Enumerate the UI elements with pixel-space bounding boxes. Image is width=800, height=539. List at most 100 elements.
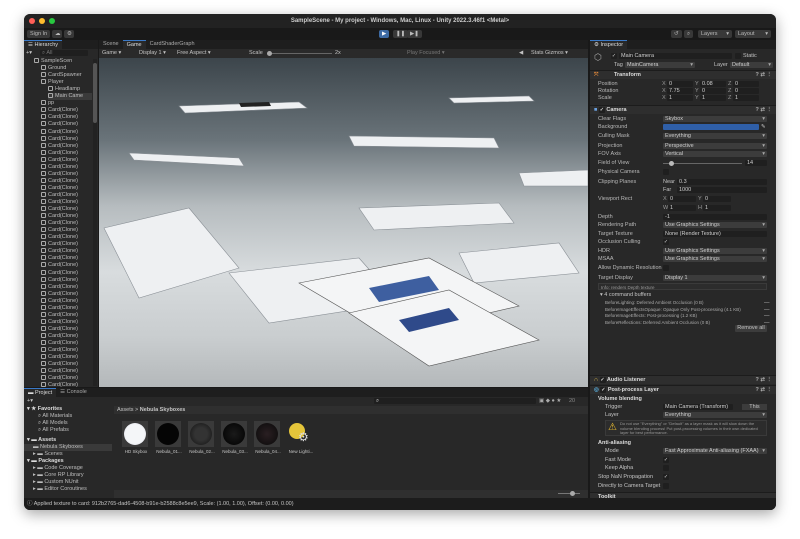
far-field[interactable]: 1000 (677, 187, 767, 193)
scale-slider[interactable] (267, 51, 332, 56)
project-tree-item[interactable]: ⌕ All Materials (24, 413, 112, 420)
hierarchy-item[interactable]: Card(Clone) (41, 311, 92, 319)
hierarchy-item[interactable]: Card(Clone) (41, 354, 92, 361)
asset-item[interactable]: HD Skybox (120, 421, 152, 455)
active-checkbox[interactable]: ✓ (611, 53, 617, 59)
game-mode-dropdown[interactable]: Game ▾ (102, 49, 121, 58)
viewport-y-field[interactable]: 0 (703, 196, 731, 202)
hierarchy-item[interactable]: SampleScen (34, 58, 92, 65)
hierarchy-item[interactable]: Ground (41, 65, 92, 72)
transform-header[interactable]: ⤧ Transform ? ⇄ ⋮ (590, 70, 776, 79)
hierarchy-item[interactable]: Card(Clone) (41, 318, 92, 326)
hierarchy-item[interactable]: Card(Clone) (41, 255, 92, 262)
hierarchy-item[interactable]: Card(Clone) (41, 213, 92, 220)
hierarchy-item[interactable]: Card(Clone) (41, 107, 92, 114)
rotation-y-field[interactable]: 0 (700, 88, 726, 94)
field-value[interactable]: Use Graphics Settings (663, 256, 767, 262)
scale-z-field[interactable]: 1 (733, 95, 759, 101)
command-buffers-foldout[interactable]: ▾ 4 command buffers (600, 292, 651, 298)
hierarchy-item[interactable]: Card(Clone) (41, 234, 92, 241)
this-button[interactable]: This (742, 404, 767, 410)
display-dropdown[interactable]: Display 1 ▾ (139, 49, 166, 58)
fov-slider[interactable] (663, 163, 742, 164)
maximize-button[interactable] (49, 18, 55, 24)
post-enabled-checkbox[interactable]: ✓ (600, 386, 607, 393)
fast-mode-checkbox[interactable]: ✓ (663, 457, 669, 463)
hierarchy-item[interactable]: Card(Clone) (41, 262, 92, 269)
game-viewport[interactable] (99, 58, 588, 387)
stop-nan-checkbox[interactable]: ✓ (663, 474, 669, 480)
hierarchy-item[interactable]: Main Came (48, 93, 92, 101)
camera-header[interactable]: ■ ✓ Camera ? ⇄ ⋮ (590, 105, 776, 114)
viewport-w-field[interactable]: 1 (668, 205, 696, 211)
background-color-swatch[interactable] (663, 124, 759, 130)
hierarchy-item[interactable]: Card(Clone) (41, 304, 92, 312)
viewport-h-field[interactable]: 1 (703, 205, 731, 211)
field-checkbox[interactable] (663, 265, 669, 271)
hierarchy-item[interactable]: Card(Clone) (41, 149, 92, 157)
field-value[interactable]: Everything (663, 133, 767, 139)
scale-x-field[interactable]: 1 (667, 95, 693, 101)
asset-item[interactable]: Nebula_01... (153, 421, 185, 455)
viewport-x-field[interactable]: 0 (668, 196, 696, 202)
hierarchy-item[interactable]: Card(Clone) (41, 325, 92, 333)
rotation-x-field[interactable]: 7.75 (667, 88, 693, 94)
project-tree-item[interactable]: ⌕ All Prefabs (24, 427, 112, 434)
field-value[interactable]: None (Render Texture) (663, 231, 767, 237)
eyedropper-icon[interactable]: ✎ (761, 124, 766, 130)
gizmos-dropdown[interactable]: Gizmos ▾ (545, 49, 568, 58)
hierarchy-scrollbar[interactable] (93, 59, 97, 386)
hierarchy-item[interactable]: Card(Clone) (41, 220, 92, 227)
hierarchy-item[interactable]: Card(Clone) (41, 163, 92, 171)
tab-console[interactable]: ☰ Console (56, 388, 91, 397)
position-y-field[interactable]: 0.08 (700, 81, 726, 87)
component-menu-icon[interactable]: ? ⇄ ⋮ (755, 386, 772, 395)
rotation-z-field[interactable]: 0 (733, 88, 759, 94)
fov-field[interactable]: 14 (745, 160, 767, 166)
hierarchy-item[interactable]: Card(Clone) (41, 128, 92, 136)
project-tree-item[interactable]: ▸ ▬ Code Coverage (24, 465, 112, 472)
field-value[interactable]: Display 1 (663, 275, 767, 281)
hierarchy-item[interactable]: Card(Clone) (41, 340, 92, 347)
stats-button[interactable]: Stats (531, 49, 544, 58)
tab-game[interactable]: Game (122, 40, 146, 49)
hierarchy-item[interactable]: Card(Clone) (41, 114, 92, 121)
field-value[interactable]: Use Graphics Settings (663, 248, 767, 254)
field-checkbox[interactable] (663, 169, 669, 175)
project-tree-item[interactable]: ▸ ▬ Custom NUnit (24, 479, 112, 486)
remove-buffer-button[interactable]: — (764, 307, 770, 313)
scale-y-field[interactable]: 1 (700, 95, 726, 101)
slider-handle[interactable] (669, 161, 674, 166)
position-x-field[interactable]: 0 (667, 81, 693, 87)
hierarchy-item[interactable]: Card(Clone) (41, 290, 92, 298)
hierarchy-item[interactable]: Headlamp (48, 86, 92, 93)
hierarchy-item[interactable]: Card(Clone) (41, 368, 92, 375)
project-search-input[interactable]: ⌕ (374, 398, 536, 404)
asset-item[interactable]: ⚙ New Lighti... (285, 421, 317, 455)
field-value[interactable]: Vertical (663, 151, 767, 157)
hierarchy-item[interactable]: Card(Clone) (41, 142, 92, 150)
component-menu-icon[interactable]: ? ⇄ ⋮ (755, 376, 772, 385)
hierarchy-item[interactable]: Card(Clone) (41, 276, 92, 284)
project-tree-item[interactable]: ▸ ▬ Editor Coroutines (24, 486, 112, 493)
hierarchy-item[interactable]: Card(Clone) (41, 297, 92, 305)
play-button[interactable]: ▶ (379, 30, 390, 38)
step-button[interactable]: ▶❚ (407, 30, 422, 38)
post-layer-dropdown[interactable]: Everything (663, 412, 767, 418)
hierarchy-item[interactable]: Player (41, 79, 92, 86)
camera-enabled-checkbox[interactable]: ✓ (598, 106, 605, 113)
layers-dropdown[interactable]: Layers ▾ (698, 30, 732, 38)
add-button[interactable]: +▾ (26, 50, 32, 56)
icon-size-slider[interactable] (558, 491, 580, 496)
sign-in-button[interactable]: Sign In (27, 30, 51, 38)
tab-project[interactable]: ▬ Project (24, 388, 57, 397)
tab-inspector[interactable]: ⚙ Inspector (590, 40, 628, 49)
near-field[interactable]: 0.3 (677, 179, 767, 185)
hierarchy-item[interactable]: Card(Clone) (41, 121, 92, 128)
hierarchy-item[interactable]: CardSpawner (41, 72, 92, 79)
hierarchy-item[interactable]: Card(Clone) (41, 184, 92, 192)
static-checkbox[interactable] (735, 53, 741, 59)
filter-icons[interactable]: ▣ ◆ ● ★ (539, 398, 561, 404)
field-value[interactable]: Use Graphics Settings (663, 222, 767, 228)
direct-target-checkbox[interactable] (663, 483, 669, 489)
